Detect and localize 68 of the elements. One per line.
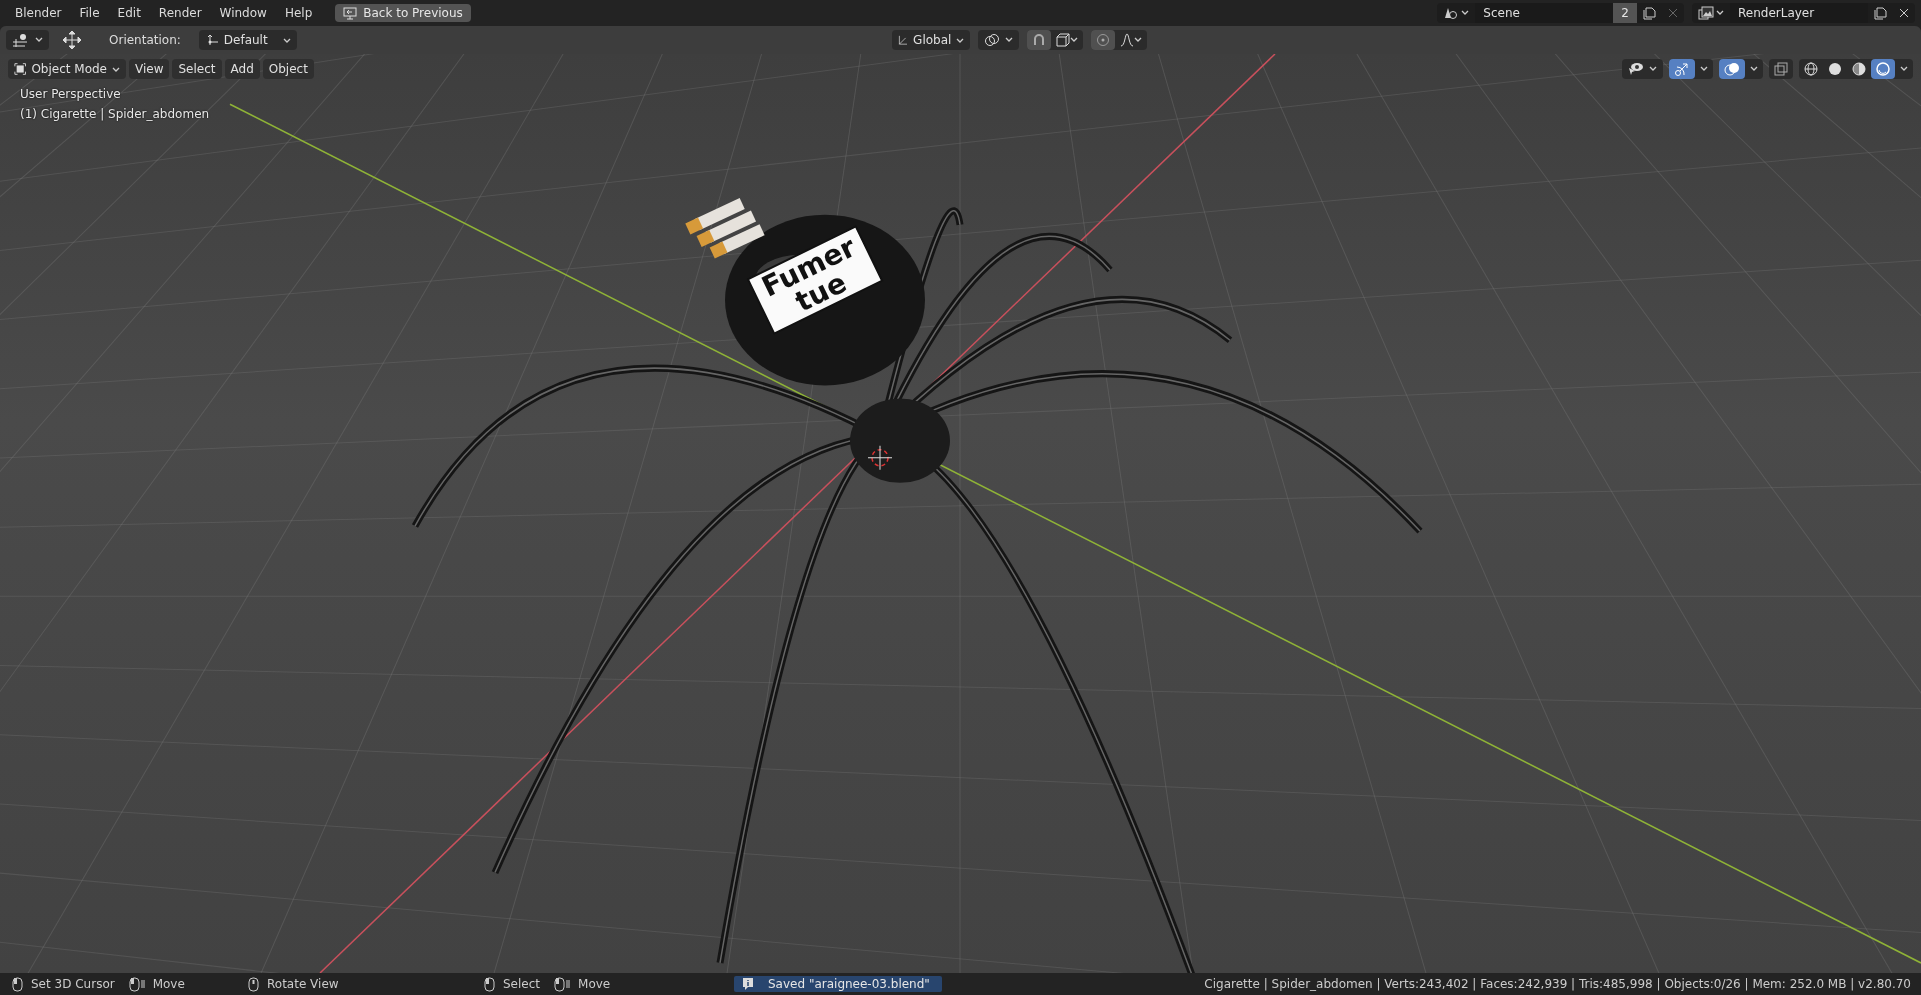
hint-text: Select [503,977,541,991]
hint-text: Set 3D Cursor [31,977,115,991]
caret-icon [1716,10,1724,16]
layers-icon [1698,6,1714,20]
caret-icon [1070,37,1079,43]
overlay-toggle[interactable] [1719,59,1745,79]
menu-item[interactable]: File [70,3,109,23]
caret-icon [35,37,43,43]
caret-icon [1461,10,1470,16]
orientation-dropdown[interactable]: Default [198,30,297,50]
header-menu[interactable]: Object [262,59,314,79]
report-text: Saved "araignee-03.blend" [768,977,930,991]
mouse-icon [12,976,23,992]
screen-back-icon [343,6,358,20]
transform-orientation-dropdown[interactable]: Global [892,30,971,50]
caret-icon [956,38,965,44]
sphere-icon [1804,62,1818,76]
mouse-icon [554,976,571,992]
header-menu[interactable]: Select [172,59,222,79]
orientation-label: Orientation: [108,33,182,47]
tool-settings-dropdown[interactable] [6,30,49,50]
sphere-icon [1852,62,1866,76]
xray-squares-icon [1774,62,1788,76]
mouse-icon [128,976,145,992]
overlapping-circles-icon [1724,62,1740,76]
hint-text: Rotate View [267,977,339,991]
mode-dropdown[interactable]: Object Mode [8,59,126,79]
menu-item[interactable]: Window [210,3,276,23]
scene-users-count[interactable]: 2 [1613,3,1637,23]
sphere-icon [1828,62,1842,76]
menu-item[interactable]: Edit [108,3,150,23]
mouse-icon [484,976,495,992]
object-mode-icon [14,62,27,76]
transform-tool-icon [12,33,30,47]
header-menu[interactable]: Add [224,59,260,79]
gizmo-toggle[interactable] [1669,59,1695,79]
view-name-text: User Perspective [20,87,122,101]
caret-icon [1005,37,1014,43]
pivot-point-dropdown[interactable] [978,30,1020,50]
caret-icon [112,67,120,73]
scene-statistics-text: Cigarette | Spider_abdomen | Verts:243,402 | Faces:242,939 | Tris:485,998 | Objects:0/26 | Mem: 252.0 MB | v2.80.70 [1204,977,1911,991]
gizmo-arrow-icon [1674,62,1690,76]
caret-icon [1900,66,1908,72]
caret-icon [1649,66,1657,72]
caret-icon [1134,37,1143,43]
visibility-dropdown[interactable] [1622,59,1663,79]
caret-icon [1700,66,1708,72]
axes-icon [898,33,909,47]
curve-icon [1120,33,1135,47]
link-icon [984,33,1001,47]
eye-pointer-icon [1628,62,1644,76]
hint-text: Move [578,977,611,991]
app-menu[interactable]: Blender [6,3,71,23]
3d-cursor-icon [867,445,893,471]
mouse-icon [248,976,259,992]
back-to-previous-button[interactable]: Back to Previous [335,4,471,22]
caret-icon [282,38,291,44]
magnet-icon[interactable] [1027,30,1052,50]
proportional-editing-icon[interactable] [1091,30,1116,50]
menu-item[interactable]: Render [149,3,211,23]
shading-mode-button[interactable] [1871,59,1895,79]
hint-text: Move [152,977,185,991]
cube-icon [1056,33,1071,47]
header-menu[interactable]: View [129,59,170,79]
menu-item[interactable]: Help [275,3,322,23]
caret-icon [1750,66,1758,72]
sphere-icon [1876,62,1890,76]
active-object-text: (1) Cigarette | Spider_abdomen [20,107,210,121]
